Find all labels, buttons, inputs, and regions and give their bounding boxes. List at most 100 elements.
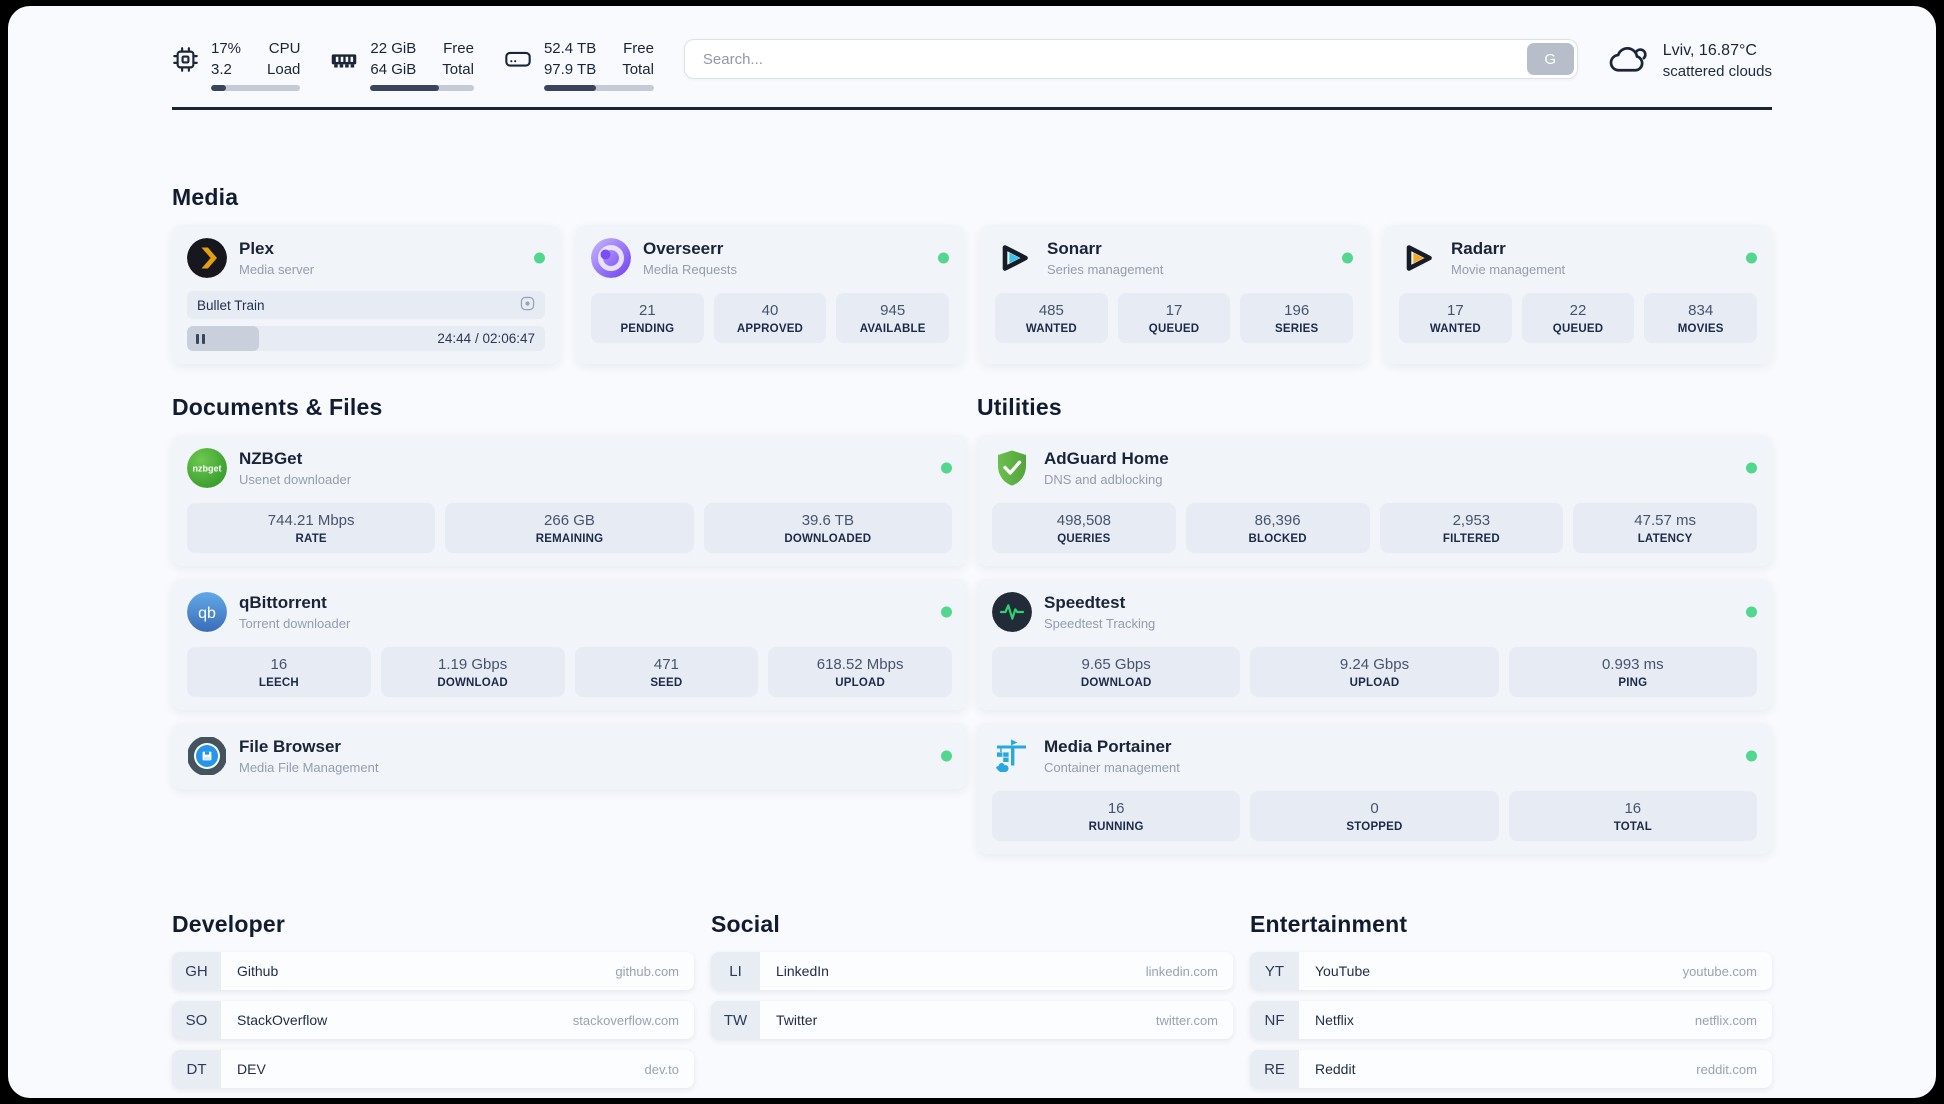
media-section-title: Media — [172, 184, 239, 210]
sonarr-icon — [995, 238, 1035, 278]
bookmark-dev[interactable]: DT DEV dev.to — [172, 1050, 694, 1088]
bookmark-abbr: RE — [1250, 1050, 1299, 1088]
app-name: Radarr — [1451, 238, 1506, 258]
stat-approved: 40 APPROVED — [713, 293, 827, 343]
search-bar: G — [683, 39, 1578, 79]
bookmark-name: YouTube — [1315, 963, 1371, 979]
memory-free-value: 22 GiB — [370, 40, 417, 57]
playback-time: 24:44 / 02:06:47 — [437, 331, 535, 346]
app-card-qbittorrent: qb qBittorrent Torrent downloader 16 LEE… — [172, 579, 967, 710]
status-dot — [941, 606, 952, 618]
bookmark-twitter[interactable]: TW Twitter twitter.com — [711, 1001, 1233, 1039]
app-name: Overseerr — [643, 238, 724, 258]
stat-downloaded: 39.6 TB DOWNLOADED — [703, 503, 952, 553]
section-documents: Documents & Files nzbget NZBGet Usenet d… — [172, 394, 967, 802]
bookmark-domain: stackoverflow.com — [572, 1012, 679, 1028]
svg-text:qb: qb — [198, 605, 216, 622]
bookmark-domain: youtube.com — [1682, 963, 1757, 979]
app-link-plex[interactable]: Plex Media server — [187, 238, 545, 278]
stat-remaining: 266 GB REMAINING — [445, 503, 694, 553]
stat-stopped: 0 STOPPED — [1250, 791, 1499, 841]
disk-total-label: Total — [622, 61, 654, 78]
app-link-radarr[interactable]: Radarr Movie management — [1399, 238, 1757, 278]
app-card-filebrowser: File Browser Media File Management — [172, 723, 967, 789]
app-card-plex: Plex Media server Bullet Train 24:44 / 0… — [172, 225, 560, 364]
bookmark-domain: netflix.com — [1694, 1012, 1757, 1028]
app-description: Media File Management — [239, 760, 379, 776]
disk-widget: 52.4 TB Free 97.9 TB Total — [504, 38, 654, 91]
bookmark-domain: linkedin.com — [1145, 963, 1218, 979]
bookmark-reddit[interactable]: RE Reddit reddit.com — [1250, 1050, 1772, 1088]
bookmark-domain: reddit.com — [1696, 1061, 1757, 1077]
search-provider-button[interactable]: G — [1526, 43, 1574, 75]
stat-rate: 744.21 Mbps RATE — [187, 503, 436, 553]
header-divider — [172, 107, 1772, 110]
section-media: Media Plex Media server Bullet Train 24:… — [172, 184, 1772, 364]
app-card-overseerr: Overseerr Media Requests 21 PENDING 40 A… — [576, 225, 964, 364]
app-link-overseerr[interactable]: Overseerr Media Requests — [591, 238, 949, 278]
playback-progress-bar[interactable]: 24:44 / 02:06:47 — [187, 326, 545, 351]
bookmark-name: DEV — [237, 1061, 266, 1077]
portainer-crane-icon — [992, 736, 1032, 776]
app-card-portainer: Media Portainer Container management 16 … — [977, 723, 1772, 854]
weather-condition: scattered clouds — [1662, 62, 1772, 80]
bookmark-abbr: SO — [172, 1001, 221, 1039]
app-name: Sonarr — [1047, 238, 1102, 258]
memory-total-label: Total — [442, 61, 474, 78]
status-dot — [1746, 606, 1757, 618]
app-link-nzbget[interactable]: nzbget NZBGet Usenet downloader — [187, 448, 952, 488]
cpu-widget: 17% CPU 3.2 Load — [172, 38, 301, 91]
now-playing-row: Bullet Train — [187, 291, 545, 319]
bookmark-youtube[interactable]: YT YouTube youtube.com — [1250, 952, 1772, 990]
search-input[interactable] — [683, 39, 1578, 79]
social-section-title: Social — [711, 911, 780, 937]
cpu-value-load: 3.2 — [211, 61, 232, 78]
bookmark-netflix[interactable]: NF Netflix netflix.com — [1250, 1001, 1772, 1039]
app-link-portainer[interactable]: Media Portainer Container management — [992, 736, 1757, 776]
stat-blocked: 86,396 BLOCKED — [1185, 503, 1370, 553]
app-link-adguard[interactable]: AdGuard Home DNS and adblocking — [992, 448, 1757, 488]
bookmark-github[interactable]: GH Github github.com — [172, 952, 694, 990]
stat-ping: 0.993 ms PING — [1508, 647, 1757, 697]
entertainment-section-title: Entertainment — [1250, 911, 1408, 937]
stat-leech: 16 LEECH — [187, 647, 371, 697]
weather-widget: Lviv, 16.87°C scattered clouds — [1608, 40, 1772, 81]
top-bar: 17% CPU 3.2 Load 22 GiB Free 64 GiB Tota… — [172, 6, 1772, 91]
app-description: Container management — [1044, 760, 1180, 776]
nzbget-icon: nzbget — [187, 448, 227, 488]
documents-section-title: Documents & Files — [172, 394, 383, 420]
stat-download: 9.65 Gbps DOWNLOAD — [992, 647, 1241, 697]
playback-progress-fill — [187, 326, 259, 351]
section-entertainment: Entertainment YT YouTube youtube.com NF … — [1250, 911, 1772, 1098]
bookmark-domain: twitter.com — [1155, 1012, 1218, 1028]
media-type-icon — [520, 296, 535, 314]
bookmark-name: StackOverflow — [237, 1012, 328, 1028]
app-description: Series management — [1047, 262, 1164, 278]
app-link-speedtest[interactable]: Speedtest Speedtest Tracking — [992, 592, 1757, 632]
disk-free-value: 52.4 TB — [543, 40, 597, 57]
app-name: NZBGet — [239, 448, 303, 468]
cpu-load-label: Load — [267, 61, 301, 78]
app-link-filebrowser[interactable]: File Browser Media File Management — [187, 736, 952, 776]
app-link-sonarr[interactable]: Sonarr Series management — [995, 238, 1353, 278]
radarr-icon — [1399, 238, 1439, 278]
status-dot — [938, 252, 949, 264]
status-dot — [1746, 252, 1757, 264]
bookmark-linkedin[interactable]: LI LinkedIn linkedin.com — [711, 952, 1233, 990]
bookmark-stackoverflow[interactable]: SO StackOverflow stackoverflow.com — [172, 1001, 694, 1039]
developer-section-title: Developer — [172, 911, 286, 937]
bookmark-abbr: NF — [1250, 1001, 1299, 1039]
app-link-qbittorrent[interactable]: qb qBittorrent Torrent downloader — [187, 592, 952, 632]
stat-total: 16 TOTAL — [1508, 791, 1757, 841]
overseerr-icon — [591, 238, 631, 278]
app-description: Media server — [239, 262, 315, 278]
app-description: Usenet downloader — [239, 472, 352, 488]
stat-wanted: 17 WANTED — [1399, 293, 1512, 343]
app-name: Speedtest — [1044, 592, 1126, 612]
app-card-adguard: AdGuard Home DNS and adblocking 498,508 … — [977, 435, 1772, 566]
app-name: File Browser — [239, 736, 342, 756]
stat-running: 16 RUNNING — [992, 791, 1241, 841]
weather-location-temp: Lviv, 16.87°C — [1662, 41, 1757, 59]
bookmark-abbr: TW — [711, 1001, 760, 1039]
app-card-nzbget: nzbget NZBGet Usenet downloader 744.21 M… — [172, 435, 967, 566]
